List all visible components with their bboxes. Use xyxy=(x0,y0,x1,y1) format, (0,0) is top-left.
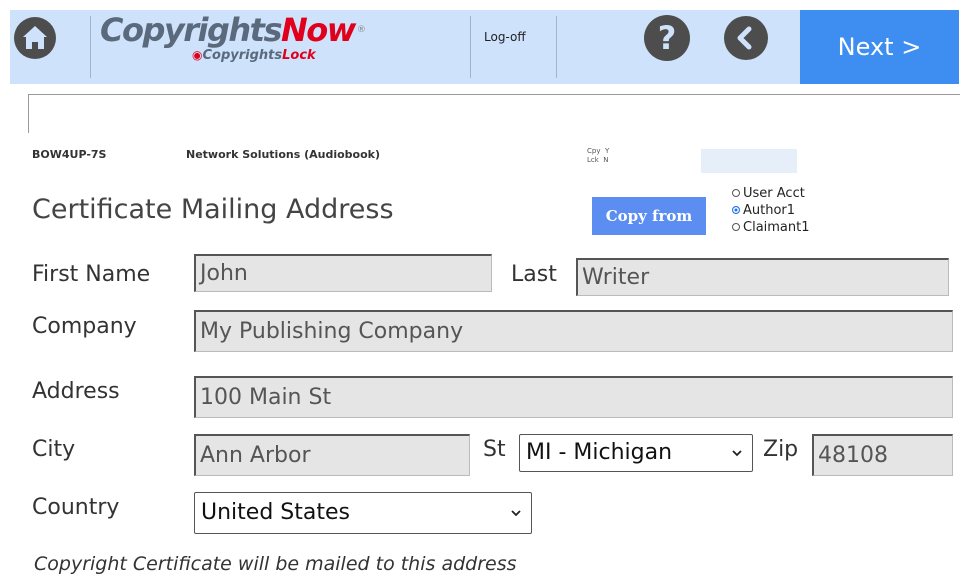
header-divider xyxy=(470,16,471,78)
radio-selected-icon xyxy=(732,206,740,214)
message-bar xyxy=(28,94,960,133)
lock-icon: ◉ xyxy=(192,48,203,62)
copyrightsnow-logo: CopyrightsNow ® xyxy=(100,11,366,49)
back-button[interactable] xyxy=(724,16,768,60)
company-label: Company xyxy=(32,314,137,339)
radio-author1[interactable]: Author1 xyxy=(732,203,795,219)
chevron-down-icon xyxy=(511,510,521,517)
next-button[interactable]: Next > xyxy=(800,10,959,84)
zip-label: Zip xyxy=(763,437,799,462)
radio-claimant1[interactable]: Claimant1 xyxy=(732,220,810,236)
help-button[interactable]: ? xyxy=(644,15,690,61)
state-select[interactable]: MI - Michigan xyxy=(519,434,753,472)
home-icon xyxy=(23,26,47,49)
first-name-label: First Name xyxy=(32,262,151,287)
zip-field[interactable]: 48108 xyxy=(812,434,953,476)
work-code: BOW4UP-7S xyxy=(32,148,107,161)
address-label: Address xyxy=(32,379,120,404)
status-box xyxy=(701,149,797,173)
page-title: Certificate Mailing Address xyxy=(32,194,394,225)
radio-circle-icon xyxy=(732,189,740,197)
state-label: St xyxy=(483,437,506,462)
work-title: Network Solutions (Audiobook) xyxy=(186,148,380,161)
radio-user-acct[interactable]: User Acct xyxy=(732,186,805,202)
chevron-down-icon xyxy=(732,450,742,457)
city-field[interactable]: Ann Arbor xyxy=(194,434,470,476)
logoff-link[interactable]: Log-off xyxy=(484,30,526,44)
country-select[interactable]: United States xyxy=(194,492,532,534)
copyrightslock-logo: ◉CopyrightsLock xyxy=(192,48,316,63)
radio-circle-icon xyxy=(732,223,740,231)
mailing-note: Copyright Certificate will be mailed to … xyxy=(34,553,517,575)
city-label: City xyxy=(32,437,76,462)
country-label: Country xyxy=(32,495,120,520)
first-name-field[interactable]: John xyxy=(194,254,492,292)
home-button[interactable] xyxy=(14,17,56,59)
company-field[interactable]: My Publishing Company xyxy=(194,310,953,352)
header-divider xyxy=(556,16,557,78)
copy-from-button[interactable]: Copy from xyxy=(592,197,706,235)
last-name-label: Last xyxy=(511,262,557,287)
chevron-left-icon xyxy=(737,26,752,50)
address-field[interactable]: 100 Main St xyxy=(194,376,953,418)
question-icon: ? xyxy=(657,19,677,57)
copyright-status: Cpy Y Lck N xyxy=(587,147,610,164)
last-name-field[interactable]: Writer xyxy=(576,258,949,296)
header-divider xyxy=(90,16,91,78)
